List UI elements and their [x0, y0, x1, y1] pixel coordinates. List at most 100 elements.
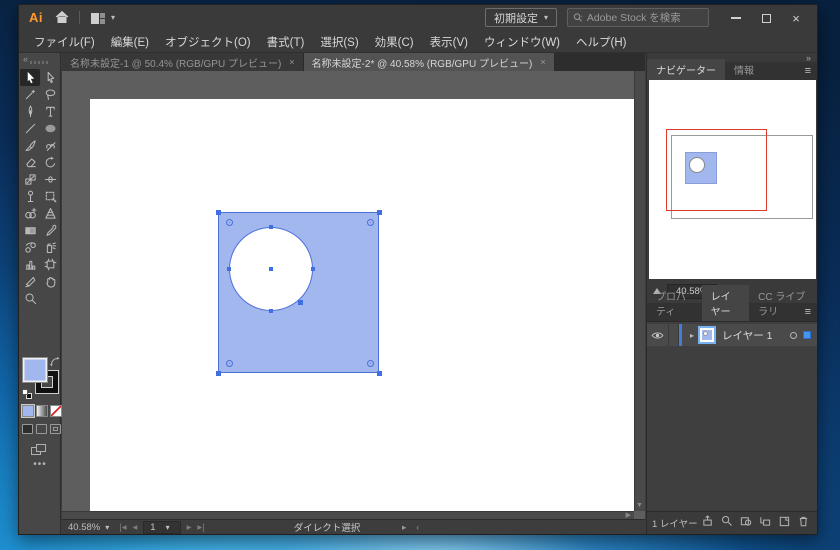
navigator-view-rectangle[interactable] [666, 129, 767, 211]
menu-item-2[interactable]: オブジェクト(O) [158, 32, 258, 52]
edit-toolbar-ellipsis[interactable]: ••• [19, 459, 61, 470]
target-circle-icon[interactable] [790, 331, 797, 339]
close-button[interactable]: × [781, 7, 811, 29]
free-transform-tool[interactable] [40, 188, 60, 205]
artboard[interactable] [90, 99, 634, 513]
menu-item-8[interactable]: ヘルプ(H) [569, 32, 633, 52]
anchor-point[interactable] [216, 210, 221, 215]
canvas[interactable]: ▼ ▶ [62, 71, 645, 519]
corner-widget[interactable] [226, 360, 233, 367]
panels-tab-1[interactable]: レイヤー [701, 285, 750, 321]
fill-swatch[interactable] [23, 358, 47, 382]
type-tool[interactable] [40, 103, 60, 120]
navigator-panel-menu-icon[interactable]: ≡ [805, 65, 811, 77]
gradient-tool[interactable] [20, 222, 40, 239]
next-artboard-icon[interactable]: ▸ [187, 522, 192, 533]
anchor-point[interactable] [269, 309, 273, 313]
panel-grip[interactable] [30, 61, 50, 64]
shape-builder-tool[interactable] [20, 205, 40, 222]
anchor-point[interactable] [311, 267, 315, 271]
menu-item-5[interactable]: 効果(C) [368, 32, 421, 52]
status-collapse-icon[interactable]: ‹ [416, 522, 419, 533]
collect-for-export-icon[interactable] [702, 514, 714, 532]
rotate-tool[interactable] [40, 154, 60, 171]
document-tab-1[interactable]: 名称未設定-1 @ 50.4% (RGB/GPU プレビュー) × [62, 53, 304, 71]
new-layer-icon[interactable] [778, 514, 790, 532]
anchor-point[interactable] [227, 267, 231, 271]
anchor-point[interactable] [377, 210, 382, 215]
hand-tool[interactable] [40, 273, 60, 290]
symbol-sprayer-tool[interactable] [40, 239, 60, 256]
search-input[interactable] [586, 11, 703, 24]
minimize-button[interactable] [721, 7, 751, 29]
layer-row[interactable]: ▸ レイヤー 1 [647, 324, 817, 346]
puppet-warp-tool[interactable] [20, 188, 40, 205]
lasso-tool[interactable] [40, 86, 60, 103]
menu-item-6[interactable]: 表示(V) [423, 32, 475, 52]
maximize-button[interactable] [751, 7, 781, 29]
workspace-switcher[interactable]: 初期設定 ▾ [484, 8, 557, 27]
home-icon[interactable] [55, 10, 69, 24]
line-segment-tool[interactable] [20, 120, 40, 137]
column-graph-tool[interactable] [20, 256, 40, 273]
clipping-mask-icon[interactable] [740, 514, 752, 532]
close-tab-icon[interactable]: × [289, 57, 294, 67]
anchor-point[interactable] [216, 371, 221, 376]
gradient-button[interactable] [36, 405, 48, 417]
ellipse-tool[interactable] [40, 120, 60, 137]
center-point[interactable] [269, 267, 273, 271]
layer-thumbnail[interactable] [698, 326, 717, 344]
new-sublayer-icon[interactable] [759, 514, 771, 532]
anchor-point[interactable] [377, 371, 382, 376]
last-artboard-icon[interactable]: ▸| [197, 522, 204, 533]
menu-item-4[interactable]: 選択(S) [313, 32, 365, 52]
zoom-tool[interactable] [20, 290, 40, 307]
shaper-tool[interactable] [40, 137, 60, 154]
prev-artboard-icon[interactable]: ◂ [133, 522, 138, 533]
magic-wand-tool[interactable] [20, 86, 40, 103]
corner-widget[interactable] [367, 360, 374, 367]
screen-mode-button[interactable] [31, 444, 47, 456]
corner-widget[interactable] [226, 219, 233, 226]
panels-tab-0[interactable]: プロパティ [647, 285, 702, 321]
menu-item-7[interactable]: ウィンドウ(W) [477, 32, 567, 52]
eraser-tool[interactable] [20, 154, 40, 171]
collapse-panel-icon[interactable]: « [23, 54, 28, 64]
anchor-point[interactable] [269, 225, 273, 229]
close-tab-icon[interactable]: × [540, 57, 545, 67]
scale-tool[interactable] [20, 171, 40, 188]
perspective-grid-tool[interactable] [40, 205, 60, 222]
layer-name[interactable]: レイヤー 1 [722, 328, 790, 343]
selection-tool[interactable] [20, 69, 40, 86]
visibility-eye-icon[interactable] [647, 324, 669, 346]
selected-anchor-point[interactable] [298, 300, 303, 305]
direct-selection-tool[interactable] [40, 69, 60, 86]
panels-panel-menu-icon[interactable]: ≡ [805, 306, 811, 318]
swap-fill-stroke-icon[interactable] [50, 357, 60, 367]
slice-tool[interactable] [20, 273, 40, 290]
navigator-tab-1[interactable]: 情報 [725, 59, 763, 80]
menu-item-1[interactable]: 編集(E) [104, 32, 156, 52]
arrange-documents-caret[interactable]: ▾ [111, 13, 115, 22]
draw-behind-button[interactable] [36, 424, 47, 434]
color-button[interactable] [21, 404, 35, 418]
locate-object-icon[interactable] [721, 514, 733, 532]
selection-indicator[interactable] [803, 331, 811, 339]
first-artboard-icon[interactable]: |◂ [119, 522, 126, 533]
expand-layer-icon[interactable]: ▸ [690, 331, 694, 340]
paintbrush-tool[interactable] [20, 137, 40, 154]
menu-item-0[interactable]: ファイル(F) [27, 32, 102, 52]
pen-tool[interactable] [20, 103, 40, 120]
zoom-level-dropdown[interactable]: 40.58% ▾ [62, 522, 115, 533]
lock-cell[interactable] [669, 324, 679, 346]
adobe-stock-search[interactable] [567, 8, 709, 27]
artboard-tool[interactable] [40, 256, 60, 273]
artboard-number-dropdown[interactable]: 1 ▾ [143, 520, 181, 534]
delete-icon[interactable] [797, 514, 809, 532]
draw-inside-button[interactable] [50, 424, 61, 434]
arrange-documents-icon[interactable] [91, 13, 105, 24]
status-expand-icon[interactable]: ▸ [402, 522, 406, 533]
blend-tool[interactable] [20, 239, 40, 256]
navigator-tab-0[interactable]: ナビゲーター [647, 59, 725, 80]
document-tab-2[interactable]: 名称未設定-2* @ 40.58% (RGB/GPU プレビュー) × [303, 53, 555, 71]
